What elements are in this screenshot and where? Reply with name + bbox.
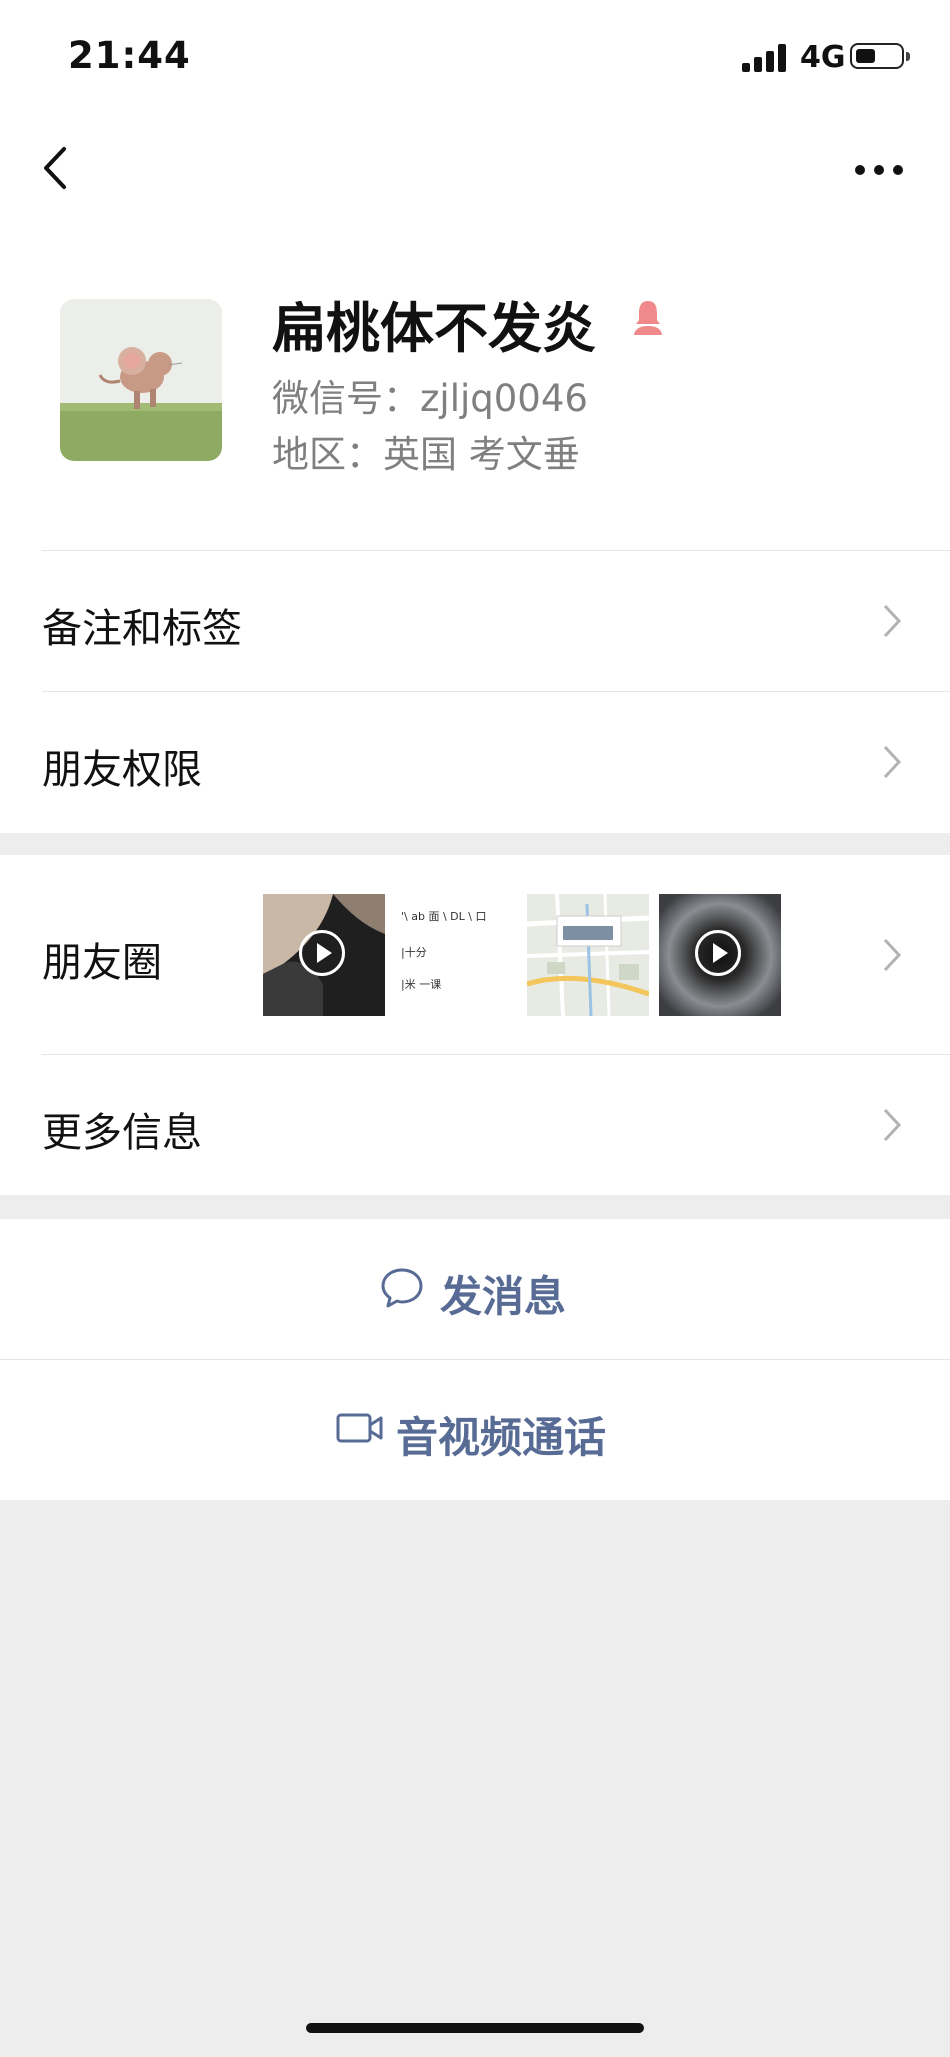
more-icon[interactable]: [850, 150, 910, 190]
wechat-id: 微信号：zjljq0046: [272, 377, 588, 420]
play-icon: [695, 930, 741, 976]
network-type: 4G: [800, 40, 846, 75]
avatar[interactable]: [60, 299, 222, 461]
battery-icon: [850, 43, 910, 69]
av-call-label: 音视频通话: [396, 1413, 607, 1462]
back-icon[interactable]: [40, 145, 70, 191]
notes-tags-row[interactable]: 备注和标签: [0, 551, 950, 691]
home-indicator[interactable]: [306, 2023, 644, 2033]
female-icon: [634, 301, 662, 335]
friend-permissions-label: 朋友权限: [42, 747, 202, 793]
region: 地区：英国 考文垂: [272, 433, 580, 476]
moment-thumb-text[interactable]: '\ ab 面 \ DL \ 口 |十分 |米 一课: [395, 894, 517, 1016]
chevron-right-icon: [883, 745, 902, 779]
moment-thumb-map[interactable]: [527, 894, 649, 1016]
moment-thumb-video-1[interactable]: [263, 894, 385, 1016]
thumb-text-line: |米 一课: [401, 978, 442, 991]
more-info-label: 更多信息: [42, 1110, 202, 1156]
map-thumbnail-image: [527, 894, 649, 1016]
send-message-button[interactable]: 发消息: [0, 1219, 950, 1359]
moments-label: 朋友圈: [42, 940, 162, 986]
chevron-right-icon: [883, 938, 902, 972]
thumb-text-line: '\ ab 面 \ DL \ 口: [401, 910, 487, 923]
friend-permissions-row[interactable]: 朋友权限: [0, 692, 950, 832]
av-call-button[interactable]: 音视频通话: [0, 1360, 950, 1500]
chevron-right-icon: [883, 1108, 902, 1142]
notes-tags-label: 备注和标签: [42, 606, 242, 652]
profile-name: 扁桃体不发炎: [272, 297, 596, 360]
status-bar: 21:44 4G: [0, 0, 950, 110]
status-time: 21:44: [68, 34, 191, 77]
more-info-row[interactable]: 更多信息: [0, 1055, 950, 1195]
video-call-icon: [336, 1413, 383, 1443]
play-icon: [299, 930, 345, 976]
chat-bubble-icon: [381, 1268, 423, 1308]
chevron-right-icon: [883, 604, 902, 638]
send-message-label: 发消息: [440, 1272, 567, 1321]
moment-thumb-video-2[interactable]: [659, 894, 781, 1016]
signal-icon: [742, 44, 790, 72]
thumb-text-line: |十分: [401, 946, 427, 959]
